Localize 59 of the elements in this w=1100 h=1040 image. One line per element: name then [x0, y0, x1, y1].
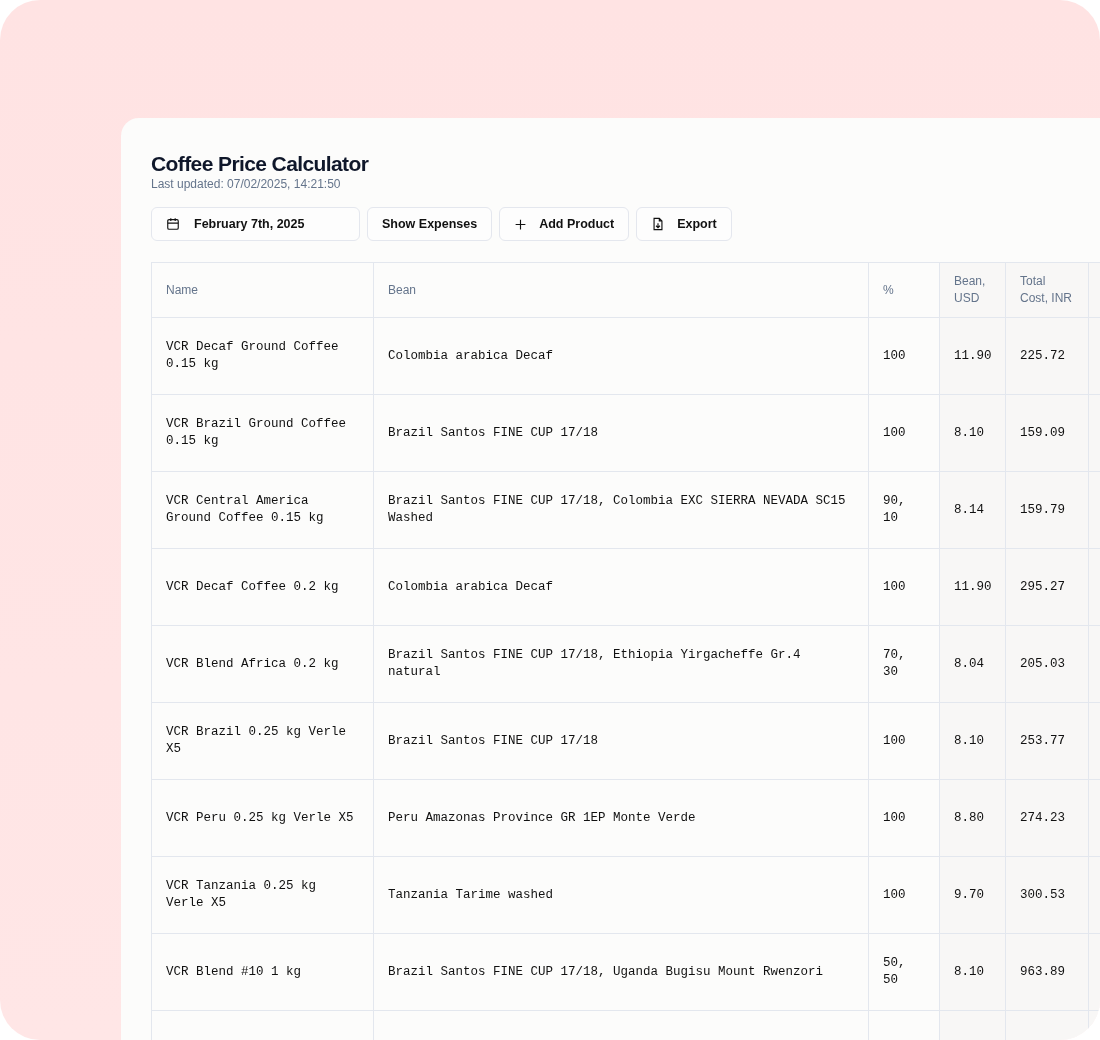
table-cell: Brazil Santos FINE CUP 17/18, Ethiopia Yirgacheffe Gr.4 natural	[388, 648, 801, 679]
export-button[interactable]: Export	[636, 207, 732, 241]
table-cell: 11.90	[954, 348, 992, 363]
table-cell: 100	[883, 348, 906, 363]
table-cell: 70, 30	[883, 648, 906, 679]
show-expenses-button[interactable]: Show Expenses	[367, 207, 493, 241]
table-cell: VCR Blend #10 1 kg	[166, 964, 302, 979]
table-cell: VCR Brazil 0.25 kg Verle X5	[166, 725, 347, 756]
column-header: %	[883, 282, 894, 297]
table-cell: 100	[883, 887, 906, 902]
table-cell: Brazil Santos FINE CUP 17/18	[388, 733, 599, 748]
table-cell: 8.14	[954, 502, 984, 517]
table-cell: VCR Decaf Ground Coffee 0.15 kg	[166, 340, 339, 371]
table-cell: 300.53	[1020, 887, 1065, 902]
table-cell: 100	[883, 425, 906, 440]
table-cell: Peru Amazonas Province GR 1EP Monte Verde	[388, 810, 696, 825]
column-header: Bean, USD	[954, 274, 986, 305]
table-cell: 8.10	[954, 964, 984, 979]
table-cell: 100	[883, 579, 906, 594]
table-cell: VCR Blend Africa 0.2 kg	[166, 656, 339, 671]
table-cell: 225.72	[1020, 348, 1065, 363]
table-cell: 100	[883, 733, 906, 748]
last-updated-text: Last updated: 07/02/2025, 14:21:50	[151, 177, 342, 191]
table-cell: Tanzania Tarime washed	[388, 887, 554, 902]
table-cell: VCR Peru 0.25 kg Verle X5	[166, 810, 354, 825]
table-cell: Colombia arabica Decaf	[388, 579, 554, 594]
table-cell: 963.89	[1020, 964, 1065, 979]
table-cell: Brazil Santos FINE CUP 17/18, Uganda Bugisu Mount Rwenzori	[388, 964, 824, 979]
table-cell: 295.27	[1020, 579, 1065, 594]
page-title: Coffee Price Calculator	[151, 151, 370, 177]
table-cell: 8.10	[954, 733, 984, 748]
plus-icon	[514, 217, 528, 231]
table-cell: 50, 50	[883, 956, 906, 987]
table-cell: 8.10	[954, 425, 984, 440]
table-cell: 90, 10	[883, 494, 906, 525]
table-cell: 253.77	[1020, 733, 1065, 748]
table-cell: 8.04	[954, 656, 984, 671]
column-header: Total Cost, INR	[1020, 274, 1072, 305]
table-cell: 274.23	[1020, 810, 1065, 825]
table-cell: Brazil Santos FINE CUP 17/18	[388, 425, 599, 440]
table-cell: VCR Central America Ground Coffee 0.15 kg	[166, 494, 324, 525]
column-header: Name	[166, 282, 198, 297]
table-cell: 205.03	[1020, 656, 1065, 671]
table-cell: Colombia arabica Decaf	[388, 348, 554, 363]
table-cell: 11.90	[954, 579, 992, 594]
table-cell: 159.09	[1020, 425, 1065, 440]
table-cell: VCR Decaf Coffee 0.2 kg	[166, 579, 339, 594]
file-download-icon	[651, 217, 666, 231]
table-cell: VCR Brazil Ground Coffee 0.15 kg	[166, 417, 347, 448]
table-cell: 159.79	[1020, 502, 1065, 517]
table-cell: 9.70	[954, 887, 984, 902]
add-product-button[interactable]: Add Product	[499, 207, 630, 241]
table-cell: 8.80	[954, 810, 984, 825]
table-cell: VCR Tanzania 0.25 kg Verle X5	[166, 879, 317, 910]
date-picker-button[interactable]: February 7th, 2025	[151, 207, 360, 241]
calendar-icon	[166, 217, 180, 231]
column-header: Bean	[388, 282, 417, 297]
table-cell: 100	[883, 810, 906, 825]
table-cell: Brazil Santos FINE CUP 17/18, Colombia EXC SIERRA NEVADA SC15 Washed	[388, 494, 846, 525]
